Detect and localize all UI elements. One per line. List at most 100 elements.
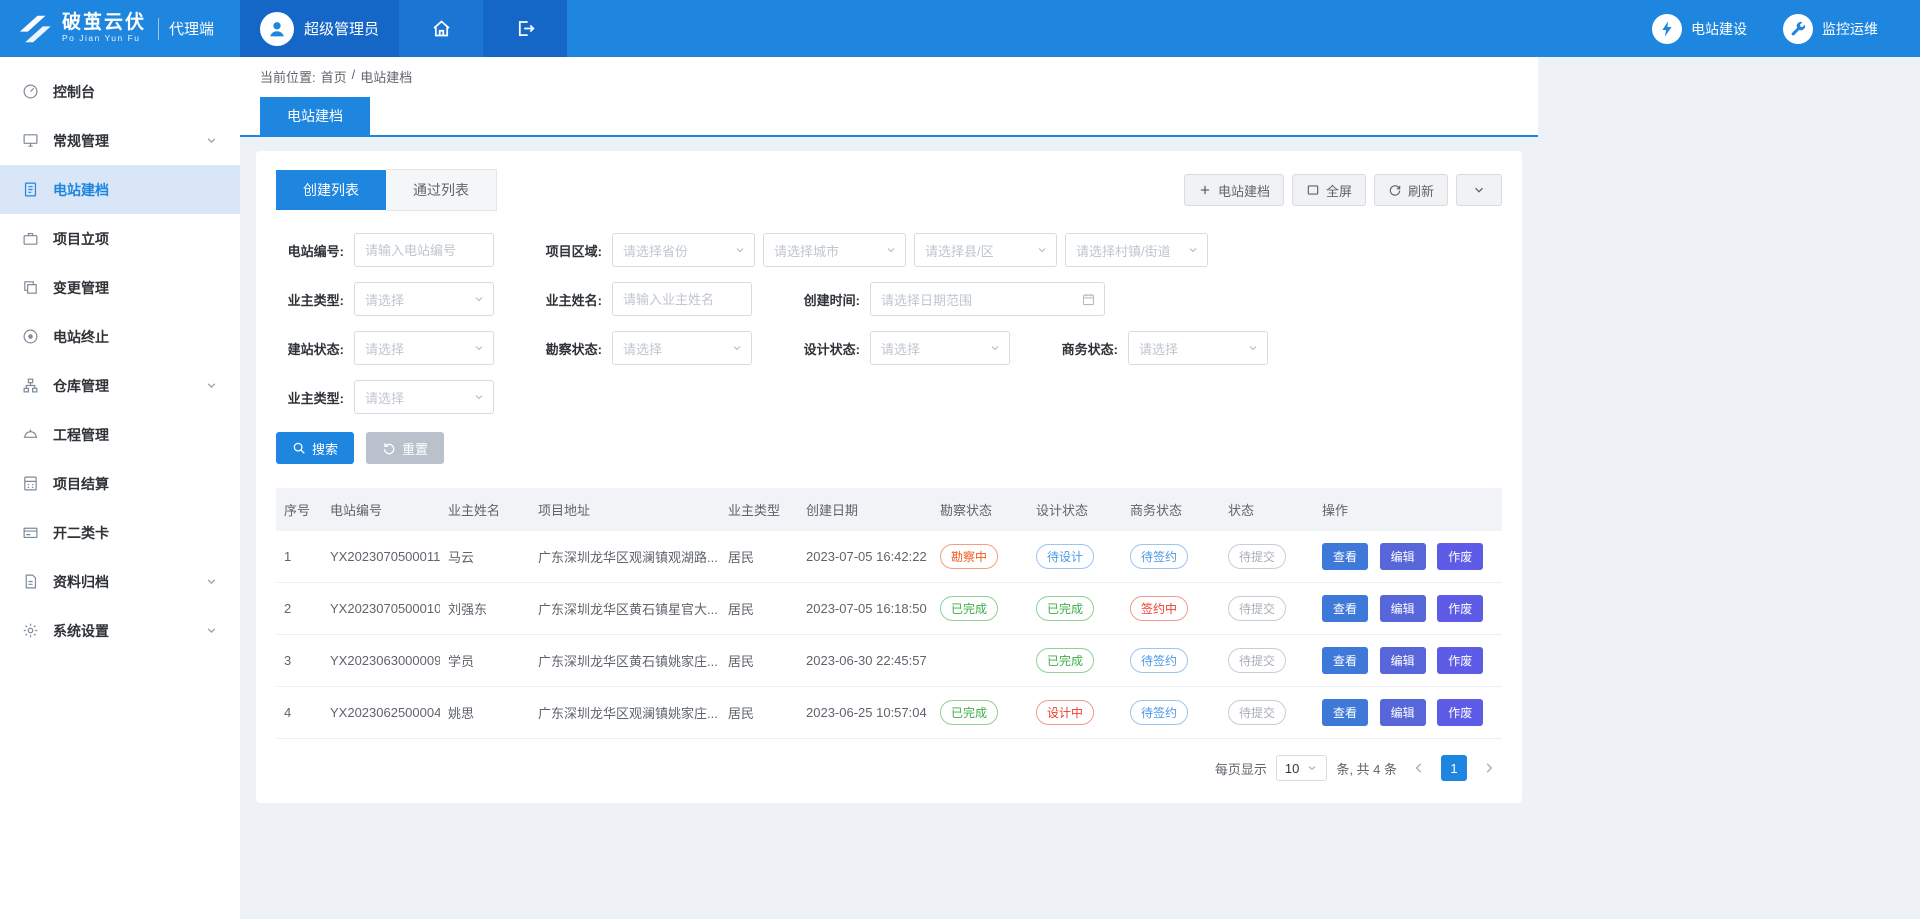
province-select[interactable]: 请选择省份	[612, 233, 755, 267]
logout-button[interactable]	[483, 0, 567, 57]
sidebar-item-type2-card[interactable]: 开二类卡	[0, 508, 240, 557]
search-label: 搜索	[312, 439, 338, 458]
prev-page-button[interactable]	[1406, 755, 1432, 781]
page-1-button[interactable]: 1	[1441, 755, 1467, 781]
cell-created: 2023-06-30 22:45:57	[798, 635, 932, 687]
chevron-down-icon	[734, 244, 746, 256]
survey-status-select[interactable]: 请选择	[612, 331, 752, 365]
app-window: 破茧云伏 Po Jian Yun Fu 代理端 超级管理员	[0, 0, 1920, 919]
cell-station-no: YX2023063000009	[322, 635, 440, 687]
chevron-down-icon	[1036, 244, 1048, 256]
sidebar-item-label: 项目结算	[53, 474, 109, 494]
chevron-down-icon	[205, 575, 218, 588]
sidebar-item-system-settings[interactable]: 系统设置	[0, 606, 240, 655]
sidebar-item-dashboard[interactable]: 控制台	[0, 67, 240, 116]
cell-created: 2023-06-25 10:57:04	[798, 687, 932, 739]
cell-owner-type: 居民	[720, 635, 798, 687]
brand-text: 破茧云伏 Po Jian Yun Fu	[62, 13, 146, 43]
wrench-icon	[1783, 14, 1813, 44]
sidebar-item-label: 开二类卡	[53, 523, 109, 543]
cell-station-no: YX2023062500004	[322, 687, 440, 739]
add-station-label: 电站建档	[1218, 181, 1270, 200]
sidebar: 控制台 常规管理 电站建档 项目立项 变更管理 电站终止	[0, 57, 240, 919]
view-button[interactable]: 查看	[1322, 595, 1368, 622]
nav-station-build[interactable]: 电站建设	[1652, 14, 1747, 44]
design-status-badge: 已完成	[1036, 596, 1094, 621]
sidebar-item-warehouse-mgmt[interactable]: 仓库管理	[0, 361, 240, 410]
brand-subtitle: Po Jian Yun Fu	[62, 34, 146, 43]
fullscreen-button[interactable]: 全屏	[1292, 174, 1366, 206]
town-select[interactable]: 请选择村镇/街道	[1065, 233, 1208, 267]
next-page-button[interactable]	[1476, 755, 1502, 781]
monitor-icon	[22, 132, 39, 149]
chevron-down-icon	[205, 134, 218, 147]
sidebar-item-station-archive[interactable]: 电站建档	[0, 165, 240, 214]
tab-create-list[interactable]: 创建列表	[276, 170, 386, 210]
view-button[interactable]: 查看	[1322, 647, 1368, 674]
stop-icon	[22, 328, 39, 345]
brand-logo-icon	[14, 14, 54, 44]
refresh-icon	[1388, 183, 1402, 197]
date-range-picker[interactable]: 请选择日期范围	[870, 282, 1105, 316]
void-button[interactable]: 作废	[1437, 647, 1483, 674]
filter-row-4: 业主类型: 请选择	[276, 380, 1502, 414]
tab-passed-list[interactable]: 通过列表	[386, 169, 497, 211]
station-archive-card: 创建列表 通过列表 电站建档 全屏	[256, 151, 1522, 803]
survey-status-badge: 勘察中	[940, 544, 998, 569]
col-design-status: 设计状态	[1028, 488, 1122, 531]
user-name: 超级管理员	[304, 18, 379, 39]
page-tab-station-archive[interactable]: 电站建档	[260, 97, 370, 135]
void-button[interactable]: 作废	[1437, 699, 1483, 726]
cell-owner-type: 居民	[720, 583, 798, 635]
filter-owner-type-2: 业主类型: 请选择	[276, 380, 494, 414]
business-status-select[interactable]: 请选择	[1128, 331, 1268, 365]
sidebar-item-general-mgmt[interactable]: 常规管理	[0, 116, 240, 165]
collapse-toggle-button[interactable]	[1456, 174, 1502, 206]
owner-type-select[interactable]: 请选择	[354, 282, 494, 316]
county-select[interactable]: 请选择县/区	[914, 233, 1057, 267]
reset-button[interactable]: 重置	[366, 432, 444, 464]
edit-button[interactable]: 编辑	[1380, 543, 1426, 570]
search-button[interactable]: 搜索	[276, 432, 354, 464]
total-count-label: 条, 共 4 条	[1336, 759, 1397, 778]
cell-index: 3	[276, 635, 322, 687]
nav-monitor-ops[interactable]: 监控运维	[1783, 14, 1878, 44]
sidebar-item-change-mgmt[interactable]: 变更管理	[0, 263, 240, 312]
breadcrumb-home-link[interactable]: 首页	[321, 67, 347, 86]
per-page-select[interactable]: 10	[1276, 755, 1327, 781]
plus-icon	[1198, 183, 1212, 197]
cell-created: 2023-07-05 16:42:22	[798, 531, 932, 583]
design-status-badge: 待设计	[1036, 544, 1094, 569]
sidebar-item-data-archive[interactable]: 资料归档	[0, 557, 240, 606]
edit-button[interactable]: 编辑	[1380, 647, 1426, 674]
edit-button[interactable]: 编辑	[1380, 595, 1426, 622]
owner-name-input[interactable]	[612, 282, 752, 316]
sidebar-item-project-settlement[interactable]: 项目结算	[0, 459, 240, 508]
design-status-select[interactable]: 请选择	[870, 331, 1010, 365]
col-status: 状态	[1220, 488, 1314, 531]
table-row: 1 YX2023070500011 马云 广东深圳龙华区观澜镇观湖路... 居民…	[276, 531, 1502, 583]
business-status-badge: 待签约	[1130, 700, 1188, 725]
station-no-input[interactable]	[354, 233, 494, 267]
sidebar-item-label: 资料归档	[53, 572, 109, 592]
table-header-row: 序号 电站编号 业主姓名 项目地址 业主类型 创建日期 勘察状态 设计状态 商务…	[276, 488, 1502, 531]
sidebar-item-station-terminate[interactable]: 电站终止	[0, 312, 240, 361]
cell-created: 2023-07-05 16:18:50	[798, 583, 932, 635]
status-badge: 待提交	[1228, 596, 1286, 621]
build-status-select[interactable]: 请选择	[354, 331, 494, 365]
user-menu[interactable]: 超级管理员	[240, 0, 399, 57]
void-button[interactable]: 作废	[1437, 595, 1483, 622]
sidebar-item-project-initiation[interactable]: 项目立项	[0, 214, 240, 263]
owner-type2-select[interactable]: 请选择	[354, 380, 494, 414]
void-button[interactable]: 作废	[1437, 543, 1483, 570]
view-button[interactable]: 查看	[1322, 543, 1368, 570]
add-station-button[interactable]: 电站建档	[1184, 174, 1284, 206]
breadcrumb-separator: /	[352, 67, 356, 86]
edit-button[interactable]: 编辑	[1380, 699, 1426, 726]
home-button[interactable]	[399, 0, 483, 57]
view-button[interactable]: 查看	[1322, 699, 1368, 726]
sidebar-item-engineering-mgmt[interactable]: 工程管理	[0, 410, 240, 459]
refresh-button[interactable]: 刷新	[1374, 174, 1448, 206]
gear-icon	[22, 622, 39, 639]
city-select[interactable]: 请选择城市	[763, 233, 906, 267]
